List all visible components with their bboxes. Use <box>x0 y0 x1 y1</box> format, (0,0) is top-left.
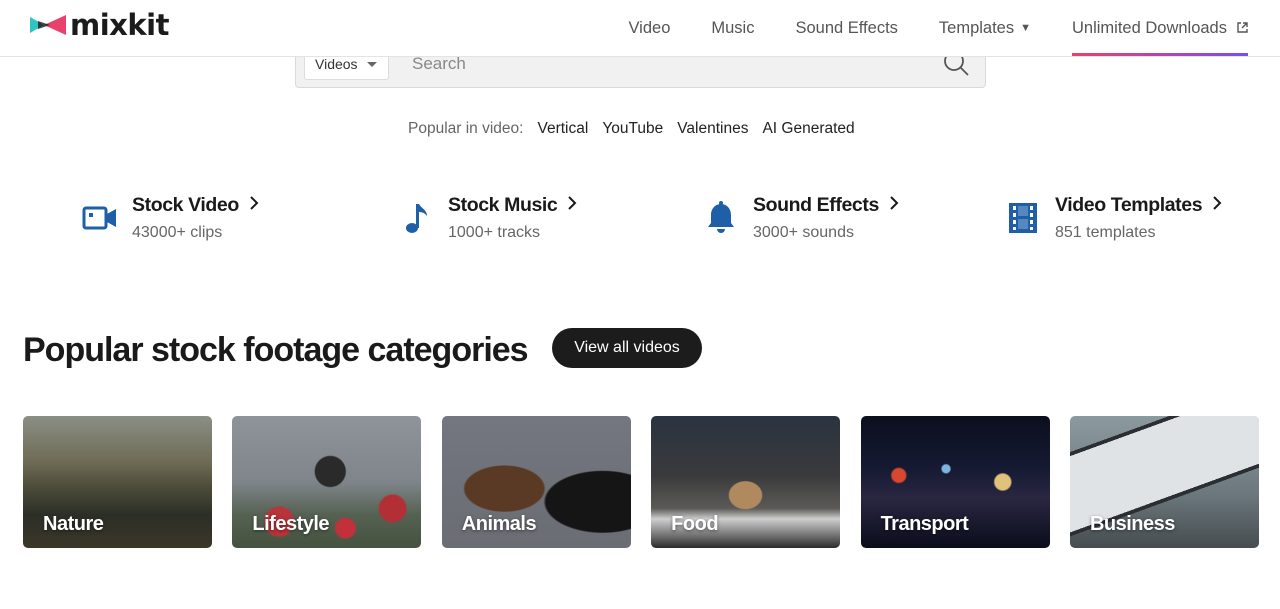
external-link-icon <box>1237 19 1248 38</box>
chevron-right-icon <box>249 192 259 218</box>
category-card-animals[interactable]: Animals <box>441 416 631 548</box>
feature-title: Stock Video <box>132 192 259 218</box>
popular-label: Popular in video: <box>408 120 524 137</box>
category-label: Lifestyle <box>252 513 330 535</box>
logo-mark-icon <box>30 13 66 37</box>
feature-video-templates[interactable]: Video Templates 851 templates <box>1003 192 1222 242</box>
site-header: mixkit Video Music Sound Effects Templat… <box>0 0 1280 57</box>
feature-title: Video Templates <box>1055 192 1222 218</box>
logo[interactable]: mixkit <box>30 10 169 40</box>
popular-link-ai-generated[interactable]: AI Generated <box>762 120 854 138</box>
feature-title-text: Stock Music <box>448 194 558 216</box>
feature-subtitle: 43000+ clips <box>132 224 223 241</box>
category-card-transport[interactable]: Transport <box>860 416 1050 548</box>
nav-item-music[interactable]: Music <box>711 0 754 56</box>
nav-item-templates[interactable]: Templates ▼ <box>939 0 1031 56</box>
feature-subtitle: 851 templates <box>1055 224 1156 241</box>
feature-title: Sound Effects <box>753 192 899 218</box>
logo-text: mixkit <box>70 8 169 42</box>
caret-down-icon: ▼ <box>1020 22 1031 34</box>
category-cards: Nature Lifestyle Animals Food Transport … <box>23 416 1259 548</box>
film-strip-icon <box>1003 198 1043 238</box>
feature-subtitle: 1000+ tracks <box>448 224 541 241</box>
chevron-right-icon <box>1212 192 1222 218</box>
music-note-icon <box>396 198 436 238</box>
category-label: Nature <box>43 513 104 535</box>
video-camera-icon <box>80 198 120 238</box>
category-card-food[interactable]: Food <box>651 416 841 548</box>
feature-stock-music[interactable]: Stock Music 1000+ tracks <box>396 192 577 242</box>
nav-label: Sound Effects <box>795 18 898 37</box>
category-card-nature[interactable]: Nature <box>23 416 212 548</box>
feature-title: Stock Music <box>448 192 577 218</box>
nav-label: Unlimited Downloads <box>1072 18 1227 37</box>
nav-label: Music <box>711 18 755 37</box>
view-all-videos-button[interactable]: View all videos <box>552 328 702 368</box>
category-label: Animals <box>461 513 537 535</box>
categories-heading: Popular stock footage categories <box>23 331 529 369</box>
nav-label: Templates <box>938 18 1015 37</box>
bell-icon <box>701 198 741 238</box>
feature-title-text: Stock Video <box>132 194 239 216</box>
category-label: Transport <box>880 513 969 535</box>
chevron-right-icon <box>889 192 899 218</box>
feature-stock-video[interactable]: Stock Video 43000+ clips <box>80 192 259 242</box>
nav-item-unlimited-downloads[interactable]: Unlimited Downloads <box>1072 0 1248 56</box>
nav-item-sound-effects[interactable]: Sound Effects <box>795 0 897 56</box>
chevron-right-icon <box>567 192 577 218</box>
main-nav: Video Music Sound Effects Templates ▼ Un… <box>587 0 1248 56</box>
nav-label: Video <box>628 18 671 37</box>
feature-subtitle: 3000+ sounds <box>753 224 854 241</box>
popular-link-youtube[interactable]: YouTube <box>602 120 663 138</box>
popular-link-vertical[interactable]: Vertical <box>537 120 588 138</box>
search-category-label: Videos <box>315 56 358 72</box>
category-card-lifestyle[interactable]: Lifestyle <box>232 416 422 548</box>
caret-down-icon <box>367 62 377 67</box>
category-label: Food <box>671 513 719 535</box>
nav-active-underline <box>1072 53 1248 56</box>
feature-title-text: Video Templates <box>1055 194 1203 216</box>
popular-searches: Popular in video: Vertical YouTube Valen… <box>408 120 869 138</box>
feature-title-text: Sound Effects <box>753 194 879 216</box>
nav-item-video[interactable]: Video <box>628 0 670 56</box>
category-label: Business <box>1089 513 1175 535</box>
feature-sound-effects[interactable]: Sound Effects 3000+ sounds <box>701 192 899 242</box>
popular-link-valentines[interactable]: Valentines <box>677 120 748 138</box>
category-card-business[interactable]: Business <box>1069 416 1259 548</box>
